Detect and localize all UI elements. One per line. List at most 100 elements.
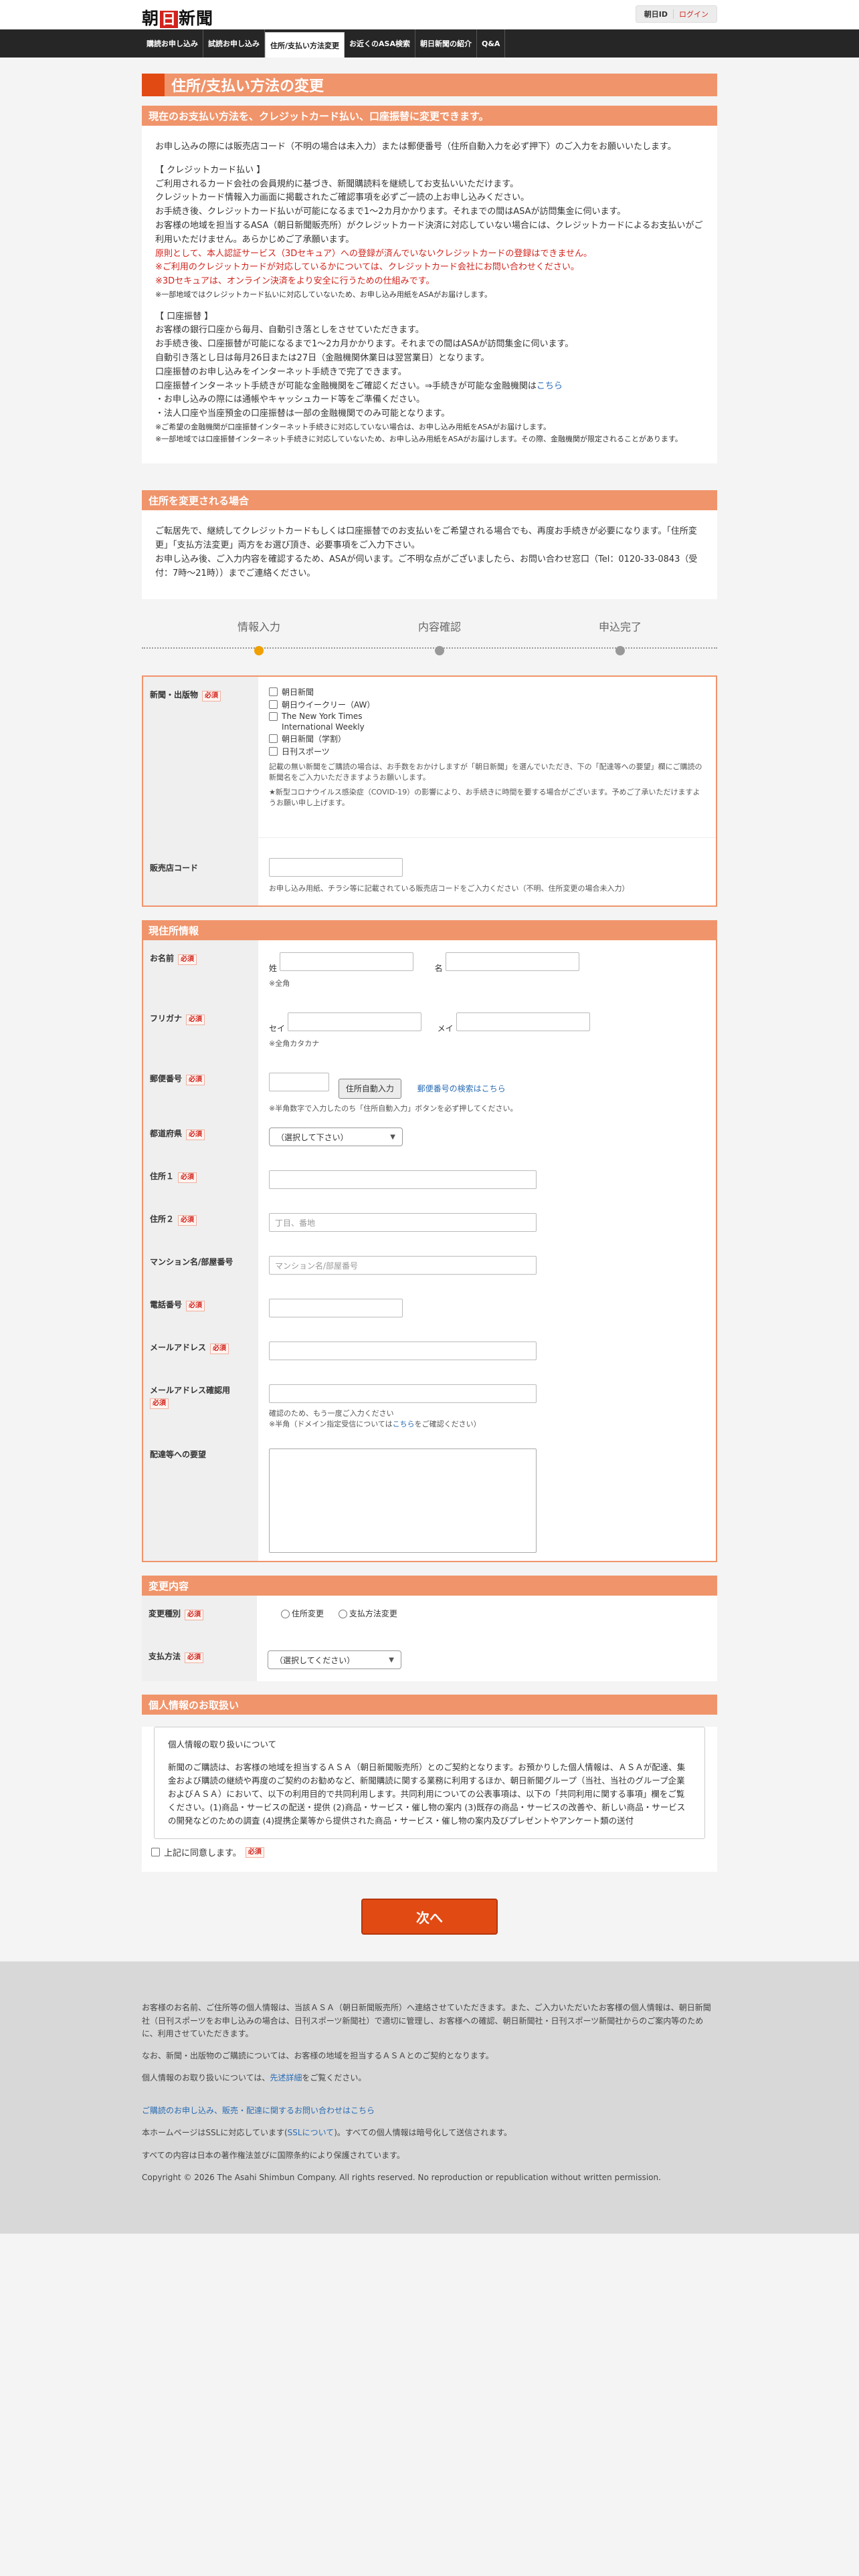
mail2-label-text: メールアドレス確認用	[150, 1386, 231, 1396]
footer-ssl-line: 本ホームページはSSLに対応しています(SSLについて)。すべての個人情報は暗号…	[142, 2127, 717, 2139]
checkbox[interactable]	[151, 1848, 160, 1857]
opt-payment[interactable]: 支払方法変更	[338, 1609, 397, 1619]
nav-change-address[interactable]: 住所/支払い方法変更	[265, 32, 345, 58]
shop-code-row: 販売店コード お申し込み用紙、チラシ等に記載されている販売店コードをご入力くださ…	[143, 837, 716, 906]
checkbox[interactable]	[269, 700, 278, 710]
copyright: Copyright © 2026 The Asahi Shimbun Compa…	[142, 2172, 661, 2182]
checkbox[interactable]	[269, 747, 278, 756]
section-current-heading: 現住所情報	[142, 920, 717, 941]
section-address-body: ご転居先で、継続してクレジットカードもしくは口座振替でのお支払いをご希望される場…	[142, 510, 717, 600]
pay-method-select[interactable]: （選択してください） ▼	[268, 1650, 401, 1670]
footer-text: お客様のお名前、ご住所等の個人情報は、当該ＡＳＡ（朝日新聞販売所）へ連絡させてい…	[142, 2003, 711, 2038]
cc-line: クレジットカード情報入力画面に掲載されたご確認事項を必ずご一読の上お申し込みくだ…	[155, 193, 530, 203]
pref-select[interactable]: （選択して下さい） ▼	[269, 1128, 403, 1147]
checkbox[interactable]	[269, 687, 278, 697]
name-label-text: お名前	[150, 954, 175, 964]
section-change-heading: 変更内容	[142, 1576, 717, 1596]
required-badge: 必須	[150, 1398, 169, 1410]
request-label: 配達等への要望	[143, 1436, 258, 1562]
mail-input[interactable]	[269, 1341, 537, 1361]
tel-input[interactable]	[269, 1299, 403, 1318]
cc-line: ご利用されるカード会社の会員規約に基づき、新聞購読料を継続してお支払いいただけま…	[155, 179, 519, 189]
next-button[interactable]: 次へ	[361, 1899, 498, 1935]
mail2-note-text: ※半角（ドメイン指定受信については	[269, 1420, 393, 1429]
agree-row[interactable]: 上記に同意します。 必須	[142, 1846, 717, 1858]
section-payment-body: お申し込みの際には販売店コード（不明の場合は未入力）または郵便番号（住所自動入力…	[142, 126, 717, 464]
newspaper-label-text: 新聞・出版物	[150, 690, 199, 700]
pay-label-text: 支払方法	[149, 1652, 181, 1662]
mail2-input[interactable]	[269, 1384, 537, 1404]
chevron-down-icon: ▼	[389, 1656, 394, 1664]
opt-label: 住所変更	[292, 1609, 324, 1619]
addr2-label: 住所２ 必須	[143, 1201, 258, 1245]
pay-method-cell: （選択してください） ▼	[257, 1638, 717, 1681]
zip-search-link[interactable]: 郵便番号の検索はこちら	[417, 1084, 506, 1093]
nav-asa-search[interactable]: お近くのASA検索	[345, 29, 415, 58]
nav-trial[interactable]: 試読お申し込み	[203, 29, 265, 58]
shop-code-input[interactable]	[269, 858, 403, 877]
chevron-down-icon: ▼	[390, 1133, 395, 1141]
newspaper-row: 新聞・出版物 必須 朝日新聞 朝日ウイークリー（AW） The New York …	[143, 677, 716, 838]
domain-setting-link[interactable]: こちら	[393, 1420, 415, 1428]
newspaper-label: 新聞・出版物 必須	[143, 677, 258, 838]
bank-list-link[interactable]: こちら	[537, 381, 563, 391]
change-type-row: 変更種別 必須 住所変更 支払方法変更	[142, 1596, 717, 1639]
mei-kana-input[interactable]	[456, 1012, 590, 1032]
checkbox[interactable]	[281, 1610, 290, 1619]
addr1-input[interactable]	[269, 1170, 537, 1190]
newspaper-form: 新聞・出版物 必須 朝日新聞 朝日ウイークリー（AW） The New York …	[142, 675, 717, 907]
opt-address[interactable]: 住所変更	[281, 1609, 324, 1619]
footer-text: )。すべての個人情報は暗号化して送信されます。	[334, 2128, 512, 2138]
pay-select-value: （選択してください）	[275, 1655, 355, 1665]
login-link[interactable]: ログイン	[674, 9, 714, 19]
option-label: 朝日新聞	[282, 687, 314, 697]
logo-text-2: 新聞	[179, 9, 214, 28]
option-student[interactable]: 朝日新聞（学割）	[269, 733, 705, 744]
bldg-input[interactable]: マンション名/部屋番号	[269, 1256, 537, 1275]
privacy-detail-link[interactable]: 先述詳細	[270, 2073, 302, 2082]
mail-label: メールアドレス 必須	[143, 1329, 258, 1373]
nav-qa[interactable]: Q&A	[477, 29, 506, 58]
pay-method-row: 支払方法 必須 （選択してください） ▼	[142, 1638, 717, 1682]
contact-link[interactable]: ご購読のお申し込み、販売・配達に関するお問い合わせはこちら	[142, 2106, 375, 2115]
required-badge: 必須	[202, 691, 221, 702]
mei-input[interactable]	[445, 952, 579, 972]
step-confirm: 内容確認	[386, 618, 493, 656]
required-badge: 必須	[186, 1130, 205, 1141]
shop-code-cell: お申し込み用紙、チラシ等に記載されている販売店コードをご入力ください（不明、住所…	[258, 838, 716, 905]
top-header: 朝日新聞 朝日ID ログイン	[0, 0, 859, 29]
option-nikkan[interactable]: 日刊スポーツ	[269, 746, 705, 757]
nav-subscribe[interactable]: 購読お申し込み	[142, 29, 203, 58]
asahi-logo[interactable]: 朝日新聞	[142, 5, 213, 29]
mail2-label: メールアドレス確認用 必須	[143, 1372, 258, 1437]
required-badge: 必須	[186, 1301, 205, 1312]
checkbox[interactable]	[269, 734, 278, 744]
sei-input[interactable]	[279, 952, 413, 972]
nav-about[interactable]: 朝日新聞の紹介	[415, 29, 477, 58]
option-label-cont: International Weekly	[282, 722, 365, 732]
option-asahi[interactable]: 朝日新聞	[269, 686, 705, 697]
name-cell: 姓 名 ※全角	[258, 940, 716, 1000]
checkbox[interactable]	[338, 1610, 347, 1619]
zip-input[interactable]	[269, 1073, 329, 1092]
address-text: ご転居先で、継続してクレジットカードもしくは口座振替でのお支払いをご希望される場…	[155, 526, 697, 550]
kana-label: フリガナ 必須	[143, 1000, 258, 1061]
addr2-input[interactable]: 丁目、番地	[269, 1213, 537, 1232]
shop-code-note: お申し込み用紙、チラシ等に記載されている販売店コードをご入力ください（不明、住所…	[269, 884, 630, 893]
pay-method-label: 支払方法 必須	[142, 1638, 257, 1682]
option-nyt[interactable]: The New York Times	[269, 712, 705, 721]
ssl-link[interactable]: SSLについて	[288, 2128, 335, 2137]
required-badge: 必須	[178, 1215, 197, 1226]
step-dot	[615, 646, 625, 656]
auto-address-button[interactable]: 住所自動入力	[338, 1078, 401, 1099]
bank-title: 【 口座振替 】	[155, 311, 213, 322]
pref-label: 都道府県 必須	[143, 1115, 258, 1159]
checkbox[interactable]	[269, 712, 278, 721]
title-accent-block	[142, 74, 165, 96]
sei-kana-input[interactable]	[287, 1012, 421, 1032]
option-aw[interactable]: 朝日ウイークリー（AW）	[269, 699, 705, 710]
step-dot	[254, 646, 264, 656]
privacy-box[interactable]: 個人情報の取り扱いについて 新聞のご購読は、お客様の地域を担当するＡＳＡ（朝日新…	[154, 1727, 705, 1840]
request-textarea[interactable]	[269, 1448, 537, 1553]
cc-line: お手続き後、クレジットカード払いが可能になるまで1〜2カ月かかります。それまでの…	[155, 207, 626, 217]
